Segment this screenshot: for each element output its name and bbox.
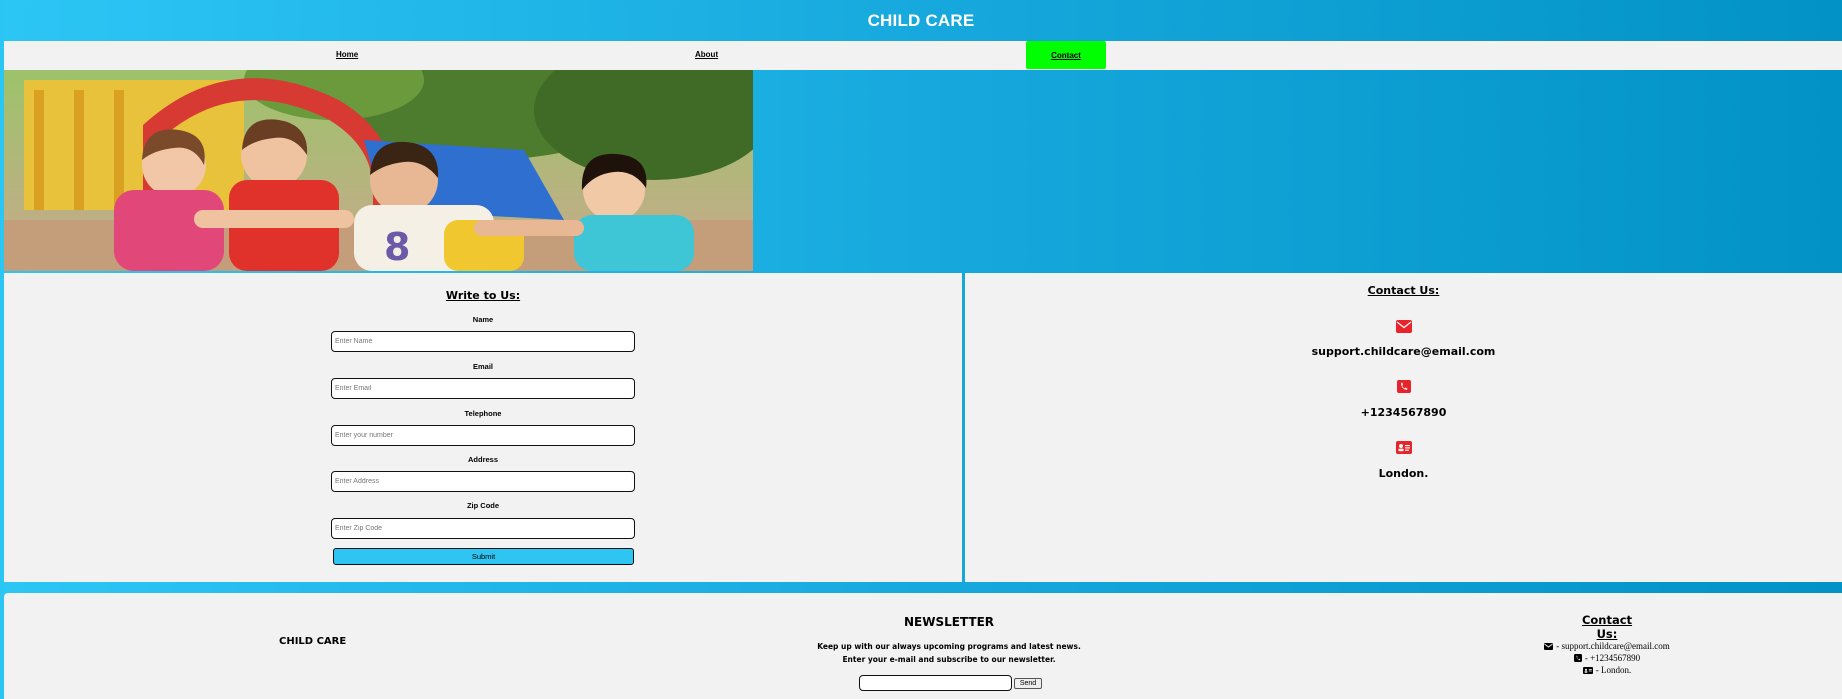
contact-address: London. <box>1378 467 1429 480</box>
contact-phone: +1234567890 <box>1360 406 1447 419</box>
name-input[interactable] <box>331 331 635 352</box>
nav-contact-link[interactable]: Contact <box>1026 41 1106 69</box>
email-input[interactable] <box>331 378 635 399</box>
phone-icon <box>1396 380 1411 393</box>
write-to-us-panel: Write to Us: Name Email Telephone Addres… <box>4 273 962 582</box>
site-header: CHILD CARE <box>0 0 1842 41</box>
zip-code-input[interactable] <box>331 518 635 539</box>
children-playground-illustration: 8 <box>4 70 753 271</box>
contact-us-panel: Contact Us: support.childcare@email.com … <box>965 273 1842 582</box>
submit-button[interactable]: Submit <box>333 548 634 565</box>
footer-contact-address: - London. <box>1484 665 1730 675</box>
write-to-us-title: Write to Us: <box>445 289 521 302</box>
footer-email-text: - support.childcare@email.com <box>1556 641 1670 651</box>
newsletter-title: NEWSLETTER <box>903 615 995 629</box>
phone-icon <box>1573 654 1582 662</box>
footer-contact-phone: - +1234567890 <box>1484 653 1730 663</box>
contact-email: support.childcare@email.com <box>1311 345 1496 358</box>
footer-phone-text: - +1234567890 <box>1584 653 1641 663</box>
telephone-input[interactable] <box>331 425 635 446</box>
telephone-label: Telephone <box>464 409 502 418</box>
footer-contact-title: Contact Us: <box>1581 613 1633 641</box>
site-title: CHILD CARE <box>867 10 975 30</box>
address-input[interactable] <box>331 471 635 492</box>
zip-code-label: Zip Code <box>466 501 500 510</box>
nav-home-link[interactable]: Home <box>336 50 358 59</box>
main-nav: Home About Contact <box>4 41 1842 70</box>
svg-text:8: 8 <box>384 225 410 269</box>
name-label: Name <box>472 315 494 324</box>
address-label: Address <box>467 455 498 464</box>
site-footer: CHILD CARE NEWSLETTER Keep up with our a… <box>4 593 1842 699</box>
newsletter-send-button[interactable]: Send <box>1014 678 1042 689</box>
envelope-icon <box>1395 320 1412 333</box>
email-label: Email <box>472 362 493 371</box>
hero-image: 8 <box>4 70 753 271</box>
address-card-icon <box>1582 666 1593 674</box>
newsletter-email-input[interactable] <box>859 675 1012 691</box>
envelope-icon <box>1544 642 1554 650</box>
footer-contact-email: - support.childcare@email.com <box>1484 641 1730 651</box>
nav-about-link[interactable]: About <box>695 50 718 59</box>
address-card-icon <box>1395 441 1412 454</box>
nav-contact-label: Contact <box>1051 50 1081 60</box>
footer-address-text: - London. <box>1595 665 1632 675</box>
contact-us-title: Contact Us: <box>1367 284 1440 297</box>
